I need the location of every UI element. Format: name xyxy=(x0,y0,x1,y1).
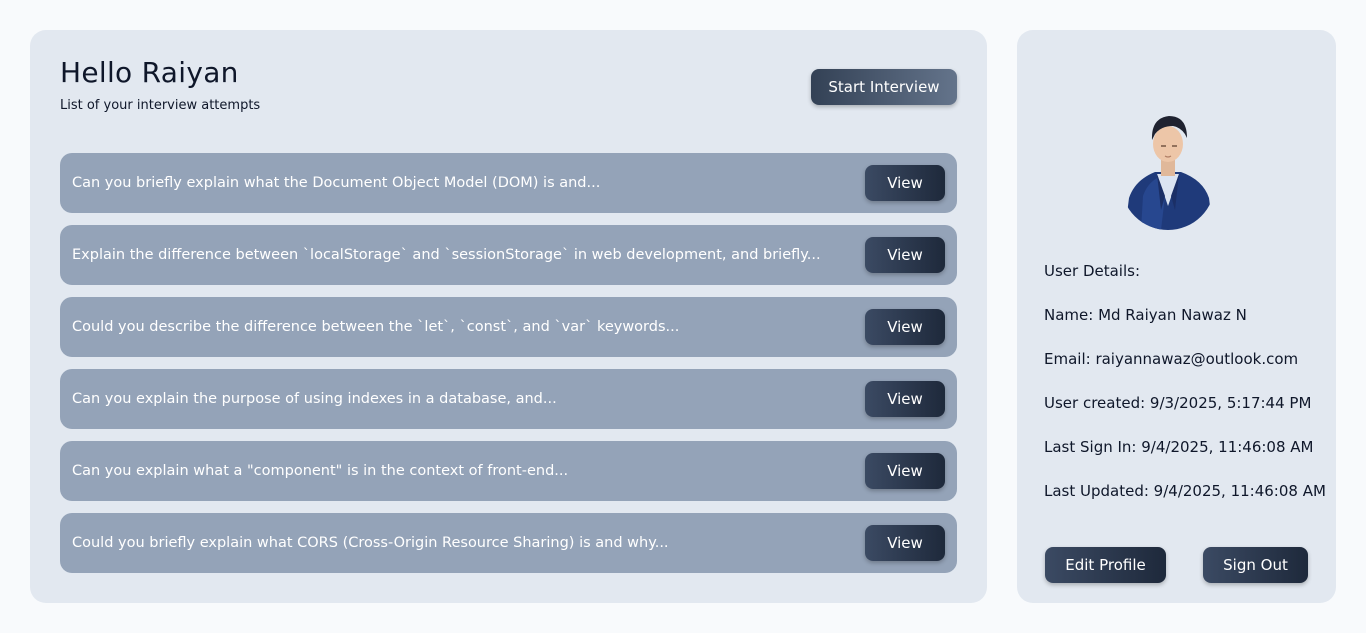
view-button[interactable]: View xyxy=(865,165,945,201)
user-name: Name: Md Raiyan Nawaz N xyxy=(1044,306,1247,324)
attempts-list: Can you briefly explain what the Documen… xyxy=(60,153,957,585)
list-item: Can you explain what a "component" is in… xyxy=(60,441,957,501)
start-interview-button[interactable]: Start Interview xyxy=(811,69,957,105)
attempt-question: Can you explain what a "component" is in… xyxy=(72,463,569,479)
attempt-question: Can you explain the purpose of using ind… xyxy=(72,391,557,407)
list-item: Explain the difference between `localSto… xyxy=(60,225,957,285)
list-item: Can you explain the purpose of using ind… xyxy=(60,369,957,429)
edit-profile-button[interactable]: Edit Profile xyxy=(1045,547,1166,583)
view-button[interactable]: View xyxy=(865,525,945,561)
user-last-sign-in: Last Sign In: 9/4/2025, 11:46:08 AM xyxy=(1044,438,1314,456)
sign-out-button[interactable]: Sign Out xyxy=(1203,547,1308,583)
user-details: User Details: Name: Md Raiyan Nawaz N Em… xyxy=(1044,262,1326,526)
view-button[interactable]: View xyxy=(865,381,945,417)
attempt-question: Can you briefly explain what the Documen… xyxy=(72,175,601,191)
user-created: User created: 9/3/2025, 5:17:44 PM xyxy=(1044,394,1312,412)
list-item: Could you briefly explain what CORS (Cro… xyxy=(60,513,957,573)
list-item: Can you briefly explain what the Documen… xyxy=(60,153,957,213)
page-title: Hello Raiyan xyxy=(60,56,239,89)
avatar xyxy=(1121,100,1215,230)
user-details-heading: User Details: xyxy=(1044,262,1141,280)
view-button[interactable]: View xyxy=(865,309,945,345)
user-profile-panel: User Details: Name: Md Raiyan Nawaz N Em… xyxy=(1017,30,1336,603)
view-button[interactable]: View xyxy=(865,237,945,273)
user-email: Email: raiyannawaz@outlook.com xyxy=(1044,350,1299,368)
attempt-question: Could you briefly explain what CORS (Cro… xyxy=(72,535,669,551)
user-last-updated: Last Updated: 9/4/2025, 11:46:08 AM xyxy=(1044,482,1326,500)
interview-attempts-panel: Hello Raiyan List of your interview atte… xyxy=(30,30,987,603)
attempt-question: Explain the difference between `localSto… xyxy=(72,247,821,263)
view-button[interactable]: View xyxy=(865,453,945,489)
page-subtitle: List of your interview attempts xyxy=(60,98,261,113)
user-photo-icon xyxy=(1121,100,1215,230)
list-item: Could you describe the difference betwee… xyxy=(60,297,957,357)
attempt-question: Could you describe the difference betwee… xyxy=(72,319,680,335)
